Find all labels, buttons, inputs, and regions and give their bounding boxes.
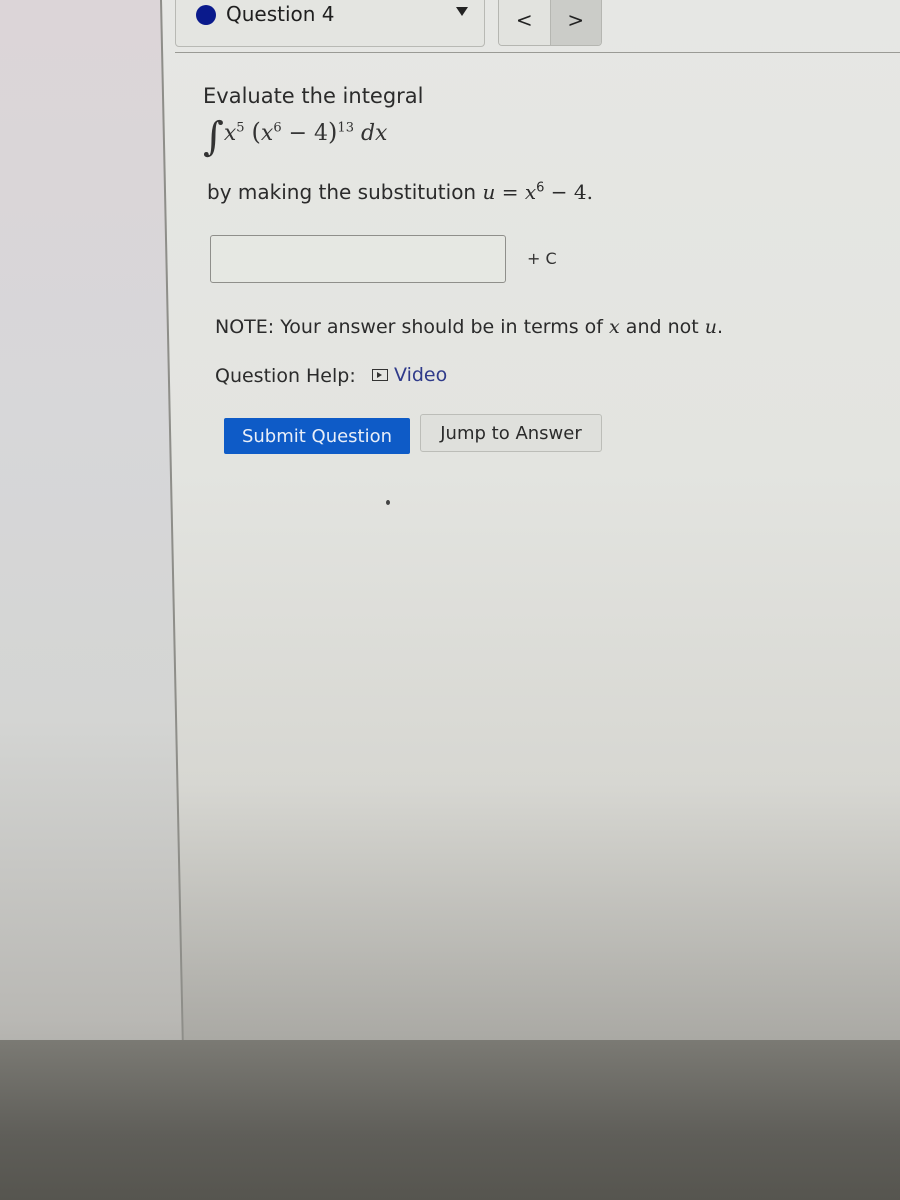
math-constant: − 4 [281, 121, 329, 146]
substitution-text: by making the substitution u = x6 − 4. [207, 180, 593, 204]
question-selector-label: Question 4 [226, 2, 335, 26]
submit-question-button[interactable]: Submit Question [224, 418, 410, 454]
video-help-link[interactable]: Video [372, 364, 447, 386]
math-u: u [482, 180, 496, 204]
question-help-label: Question Help: [215, 365, 356, 387]
plus-c-label: + C [527, 249, 557, 268]
integral-sign: ∫ [203, 114, 224, 160]
caret-down-icon [456, 7, 468, 16]
math-x: x [609, 316, 620, 338]
status-dot-icon [196, 5, 216, 25]
differential: dx [360, 121, 388, 146]
jump-to-answer-button[interactable]: Jump to Answer [420, 414, 602, 452]
question-body: Evaluate the integral ∫x5 (x6 − 4)13 dx … [203, 84, 593, 204]
question-nav: < > [498, 0, 602, 46]
note-end: . [717, 316, 724, 338]
answer-input[interactable] [210, 235, 506, 283]
math-u: u [704, 316, 717, 338]
math-x: x [524, 180, 537, 204]
chevron-right-icon: > [567, 8, 585, 32]
screen-bottom-area [0, 1040, 900, 1200]
open-paren: ( [251, 118, 261, 146]
exponent: 5 [236, 120, 245, 136]
exponent: 6 [273, 120, 282, 136]
math-x: x [260, 121, 274, 146]
question-prompt: Evaluate the integral [203, 84, 424, 108]
answer-note: NOTE: Your answer should be in terms of … [215, 316, 723, 338]
video-link-label: Video [394, 364, 448, 386]
integral-expression: ∫x5 (x6 − 4)13 dx [203, 114, 387, 160]
play-icon [372, 369, 388, 381]
equals-sign: = [495, 180, 525, 204]
math-constant: − 4. [544, 180, 593, 204]
previous-question-button[interactable]: < [499, 0, 550, 45]
next-question-button[interactable]: > [549, 0, 601, 45]
header-divider [175, 52, 900, 53]
note-prefix: NOTE: Your answer should be in terms of [215, 316, 610, 338]
math-x: x [223, 121, 237, 146]
substitution-prefix: by making the substitution [207, 180, 483, 204]
outer-exponent: 13 [337, 120, 354, 136]
note-middle: and not [619, 316, 705, 338]
question-selector[interactable]: Question 4 [175, 0, 485, 47]
chevron-left-icon: < [515, 8, 533, 32]
screen-speck [386, 500, 390, 505]
